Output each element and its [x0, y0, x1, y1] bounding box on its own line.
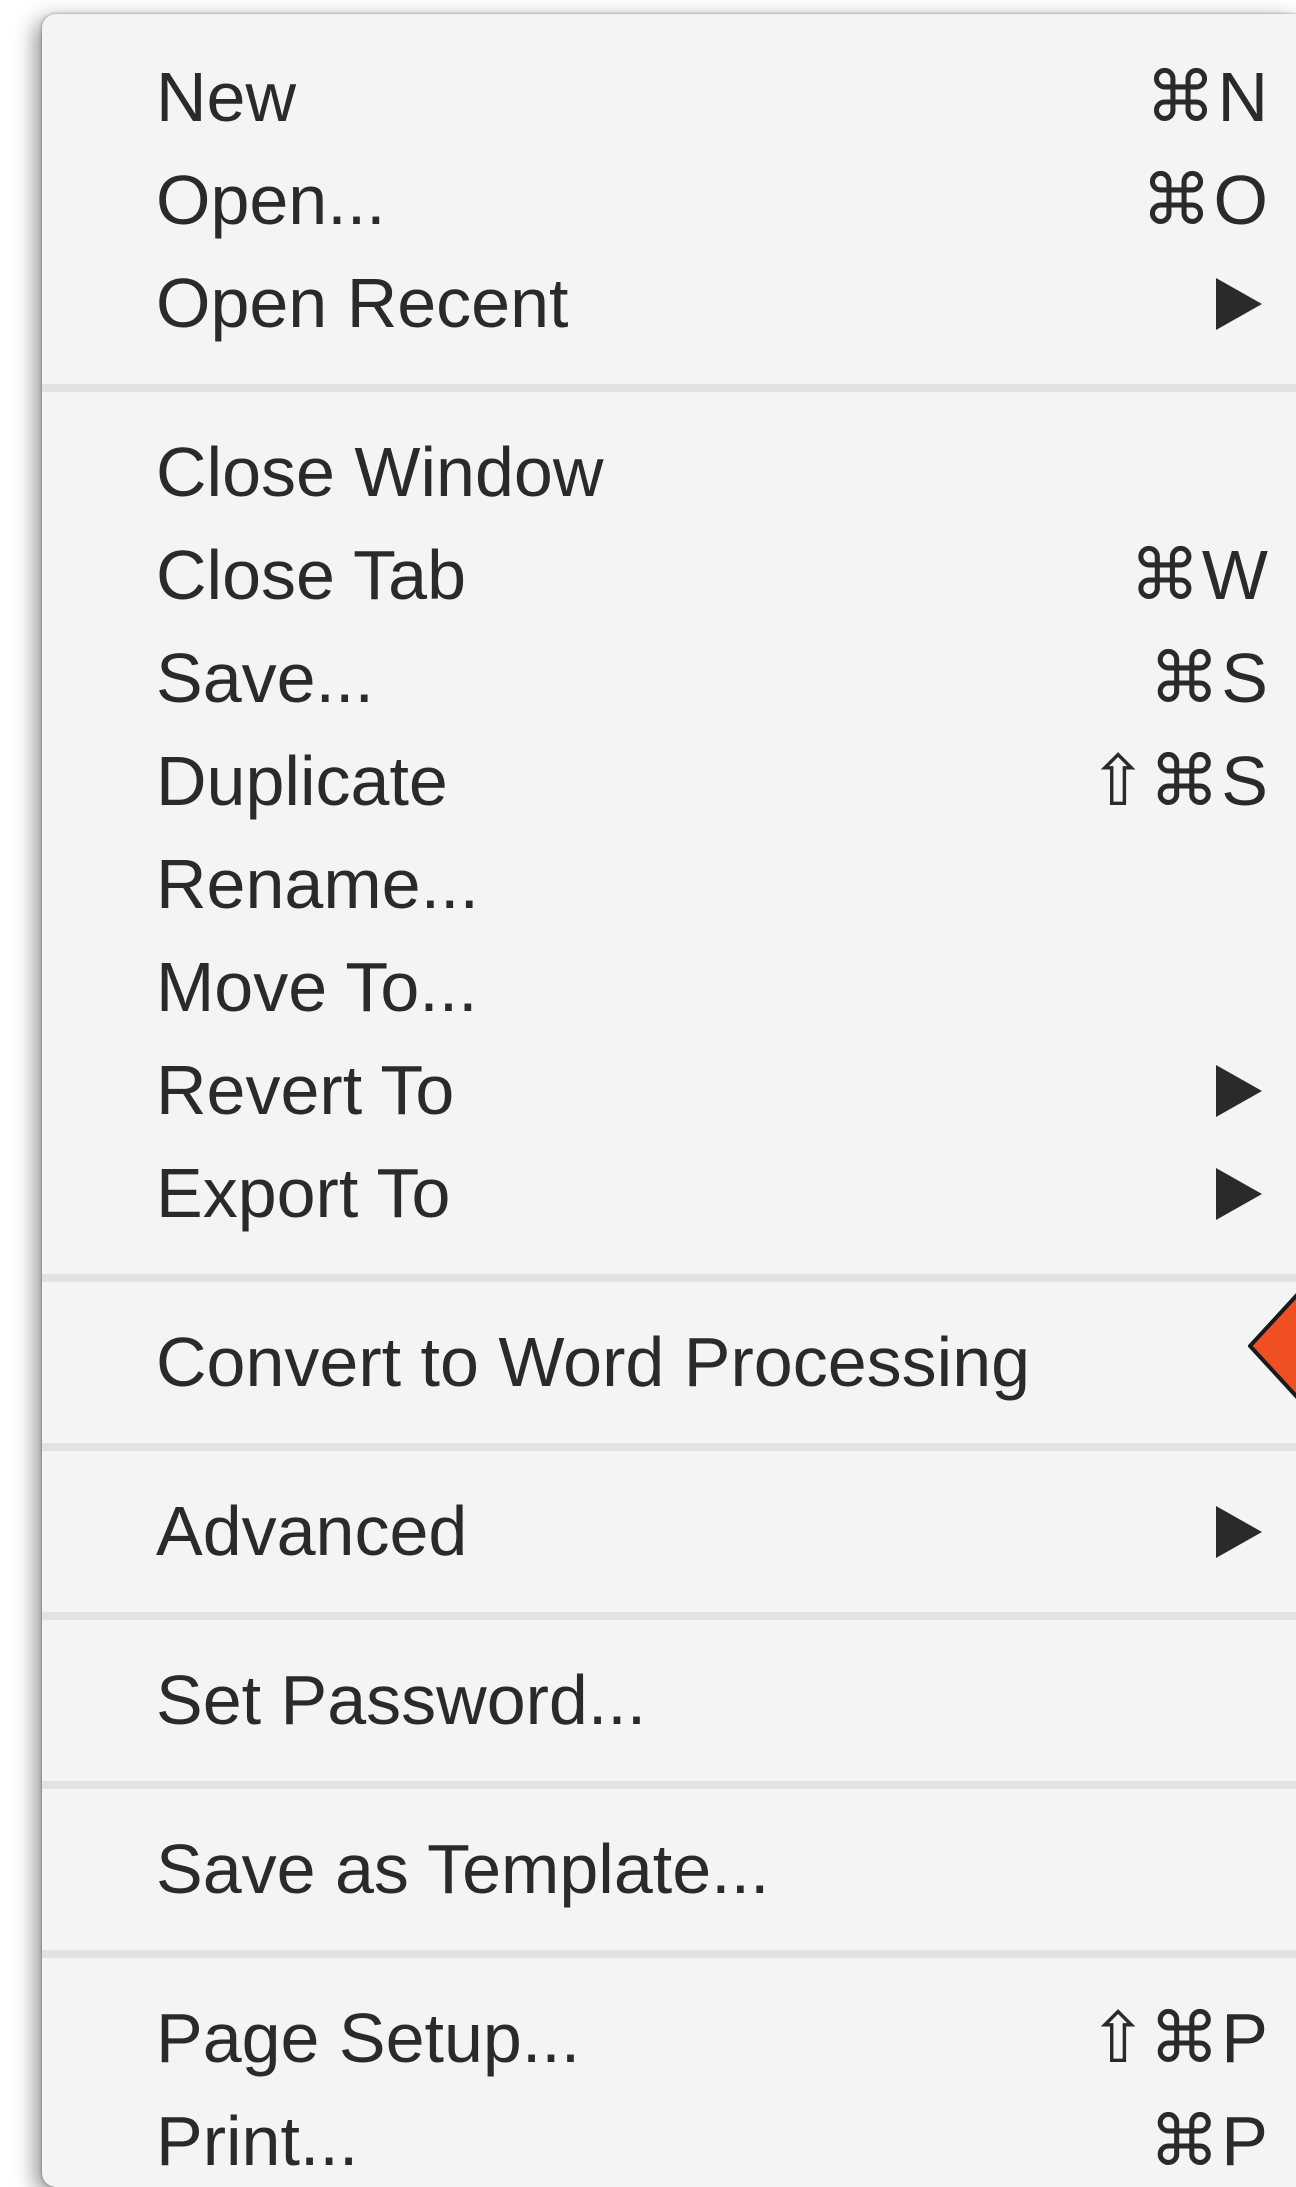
menu-item-label: Move To... [156, 948, 478, 1026]
menu-item-label: Save... [156, 639, 374, 717]
menu-item-shortcut: ⌘N [1145, 58, 1270, 136]
menu-item-label: Convert to Word Processing [156, 1323, 1031, 1401]
menu-item-label: Open Recent [156, 264, 569, 342]
menu-separator [42, 1583, 1296, 1649]
menu-item-move-to[interactable]: Move To... [42, 936, 1296, 1039]
menu-item-label: New [156, 58, 297, 136]
menu-item-close-tab[interactable]: Close Tab ⌘W [42, 524, 1296, 627]
menu-item-label: Save as Template... [156, 1830, 770, 1908]
submenu-triangle-icon [1216, 1064, 1262, 1117]
menu-item-set-password[interactable]: Set Password... [42, 1649, 1296, 1752]
menu-item-page-setup[interactable]: Page Setup... ⇧⌘P [42, 1987, 1296, 2090]
menu-item-shortcut: ⇧⌘P [1088, 1999, 1270, 2077]
menu-item-save-as-template[interactable]: Save as Template... [42, 1818, 1296, 1921]
menu-item-convert-to-word-processing[interactable]: Convert to Word Processing [42, 1311, 1296, 1414]
menu-item-save[interactable]: Save... ⌘S [42, 627, 1296, 730]
menu-item-shortcut: ⌘S [1149, 639, 1270, 717]
menu-item-revert-to[interactable]: Revert To [42, 1039, 1296, 1142]
menu-item-advanced[interactable]: Advanced [42, 1480, 1296, 1583]
menu-top-padding [42, 14, 1296, 46]
menu-item-label: Rename... [156, 845, 479, 923]
menu-separator [42, 1414, 1296, 1480]
menu-item-label: Revert To [156, 1051, 455, 1129]
menu-item-print[interactable]: Print... ⌘P [42, 2090, 1296, 2187]
menu-item-rename[interactable]: Rename... [42, 833, 1296, 936]
submenu-triangle-icon [1216, 1505, 1262, 1558]
menu-item-duplicate[interactable]: Duplicate ⇧⌘S [42, 730, 1296, 833]
menu-item-label: Page Setup... [156, 1999, 581, 2077]
menu-item-label: Export To [156, 1154, 451, 1232]
menu-item-label: Duplicate [156, 742, 448, 820]
menu-item-shortcut: ⌘O [1141, 161, 1270, 239]
menu-item-label: Set Password... [156, 1661, 647, 1739]
menu-item-label: Print... [156, 2102, 359, 2180]
menu-item-label: Close Window [156, 433, 604, 511]
menu-item-new[interactable]: New ⌘N [42, 46, 1296, 149]
menu-item-close-window[interactable]: Close Window [42, 421, 1296, 524]
submenu-triangle-icon [1216, 1167, 1262, 1220]
menu-item-label: Open... [156, 161, 386, 239]
submenu-triangle-icon [1216, 277, 1262, 330]
file-menu: New ⌘N Open... ⌘O Open Recent Close Window Clo… [42, 14, 1296, 2187]
menu-item-shortcut: ⇧⌘S [1088, 742, 1270, 820]
menu-item-shortcut: ⌘P [1149, 2102, 1270, 2180]
menu-item-label: Advanced [156, 1492, 468, 1570]
menu-item-label: Close Tab [156, 536, 467, 614]
menu-separator [42, 1921, 1296, 1987]
menu-separator [42, 1752, 1296, 1818]
menu-item-export-to[interactable]: Export To [42, 1142, 1296, 1245]
menu-separator [42, 355, 1296, 421]
menu-separator [42, 1245, 1296, 1311]
menu-item-open[interactable]: Open... ⌘O [42, 149, 1296, 252]
menu-item-shortcut: ⌘W [1129, 536, 1270, 614]
menu-item-open-recent[interactable]: Open Recent [42, 252, 1296, 355]
